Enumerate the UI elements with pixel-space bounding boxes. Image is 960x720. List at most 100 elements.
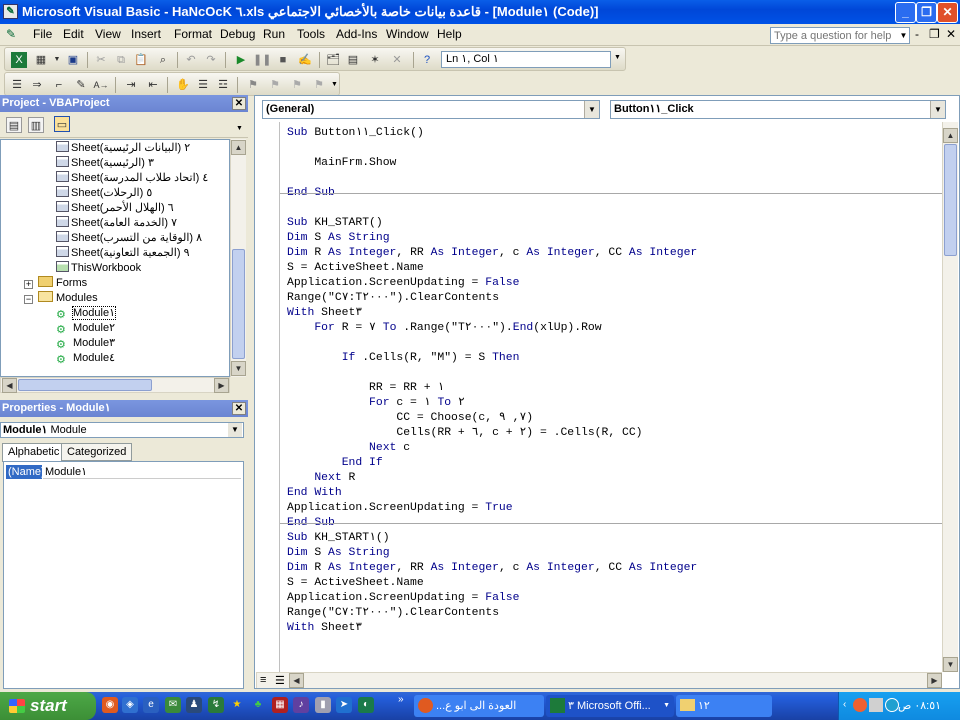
scroll-left-icon[interactable]: ◀ [289, 673, 304, 688]
tray-icon[interactable] [869, 698, 883, 712]
child-restore-button[interactable]: ❐ [929, 27, 940, 41]
code-line[interactable]: Application.ScreenUpdating = False [287, 276, 519, 291]
tab-alphabetic[interactable]: Alphabetic [2, 443, 66, 462]
menu-edit[interactable]: Edit [63, 27, 84, 41]
scroll-down-icon[interactable]: ▼ [231, 361, 246, 376]
toggle-folders-icon[interactable]: ▭ [54, 116, 70, 132]
object-browser-icon[interactable]: ✶ [367, 52, 383, 68]
help-dropdown-icon[interactable]: ▼ [898, 28, 909, 43]
tree-item-module[interactable]: ⚙ Module١ [56, 306, 116, 321]
code-line[interactable]: For c = ١ To ٢ [287, 396, 465, 411]
code-line[interactable]: Cells(RR + ٦, c + ٢) = .Cells(R, CC) [287, 426, 642, 441]
reset-icon[interactable]: ■ [275, 52, 291, 68]
code-line[interactable]: Sub KH_START() [287, 216, 383, 231]
quicklaunch-icon[interactable]: ↯ [208, 697, 224, 713]
tree-item[interactable]: Sheet٩ (الجمعية التعاونية) [56, 246, 189, 261]
quicklaunch-icon[interactable]: ♟ [186, 697, 202, 713]
view-code-icon[interactable]: ▤ [6, 117, 22, 133]
copy-icon[interactable]: ⧉ [113, 52, 129, 68]
tree-item[interactable]: Sheet٥ (الرحلات) [56, 186, 152, 201]
dropdown-icon[interactable]: ▼ [930, 101, 945, 118]
save-icon[interactable]: ▣ [65, 52, 81, 68]
break-icon[interactable]: ❚❚ [253, 52, 271, 68]
property-value[interactable]: Module١ [43, 465, 241, 479]
code-line[interactable]: Range("C٧:T٢٠٠٠").ClearContents [287, 291, 499, 306]
code-line[interactable]: Dim R As Integer, RR As Integer, c As In… [287, 246, 697, 261]
scroll-left-icon[interactable]: ◀ [2, 378, 17, 393]
code-line[interactable]: Sub KH_START١() [287, 531, 390, 546]
scroll-up-icon[interactable]: ▲ [943, 128, 958, 143]
tray-icon[interactable] [853, 698, 867, 712]
project-toolbar-options-icon[interactable]: ▼ [236, 125, 243, 132]
ie-icon[interactable]: e [143, 697, 159, 713]
scroll-thumb[interactable] [232, 249, 245, 359]
comment-block-icon[interactable]: ☰ [195, 77, 211, 93]
menu-insert[interactable]: Insert [131, 27, 161, 41]
menu-format[interactable]: Format [174, 27, 212, 41]
code-line[interactable]: Sub Button١١_Click() [287, 126, 424, 141]
tree-item-thisworkbook[interactable]: ThisWorkbook [56, 261, 141, 276]
project-explorer-icon[interactable]: 🗂 [325, 52, 341, 68]
project-vscrollbar[interactable]: ▲ ▼ [230, 139, 246, 377]
scroll-up-icon[interactable]: ▲ [231, 140, 246, 155]
properties-close-icon[interactable]: ✕ [232, 402, 246, 415]
toggle-breakpoint-icon[interactable]: ✋ [175, 77, 191, 93]
property-name[interactable]: (Name) [6, 465, 45, 479]
toggle-bookmark-icon[interactable]: ⚑ [245, 77, 261, 93]
uncomment-block-icon[interactable]: ☲ [215, 77, 231, 93]
quicklaunch-icon[interactable]: ➤ [336, 697, 352, 713]
clear-bookmarks-icon[interactable]: ⚑ [311, 77, 327, 93]
quicklaunch-icon[interactable]: ♪ [293, 697, 309, 713]
star-icon[interactable]: ★ [229, 697, 245, 713]
indent-icon[interactable]: ⇥ [123, 77, 139, 93]
project-close-icon[interactable]: ✕ [232, 97, 246, 110]
next-bookmark-icon[interactable]: ⚑ [267, 77, 283, 93]
parameter-info-icon[interactable]: ✎ [73, 77, 89, 93]
code-line[interactable]: With Sheet٣ [287, 621, 362, 636]
complete-word-icon[interactable]: A→ [93, 77, 109, 93]
code-line[interactable]: S = ActiveSheet.Name [287, 261, 424, 276]
menu-help[interactable]: Help [437, 27, 462, 41]
quicklaunch-icon[interactable]: ✉ [165, 697, 181, 713]
code-line[interactable]: End If [287, 456, 383, 471]
run-icon[interactable]: ▶ [233, 52, 249, 68]
previous-bookmark-icon[interactable]: ⚑ [289, 77, 305, 93]
tray-icon[interactable] [885, 698, 899, 712]
paste-icon[interactable]: 📋 [133, 52, 149, 68]
edit-toolbar-options-icon[interactable]: ▼ [331, 81, 338, 88]
code-vscrollbar[interactable]: ▲ ▼ [942, 122, 958, 672]
cut-icon[interactable]: ✂ [93, 52, 109, 68]
menu-window[interactable]: Window [386, 27, 429, 41]
full-module-view-icon[interactable]: ☰ [275, 674, 285, 687]
code-line[interactable]: Range("C٧:T٢٠٠٠").ClearContents [287, 606, 499, 621]
code-line[interactable]: Application.ScreenUpdating = True [287, 501, 513, 516]
modules-collapse-icon[interactable]: − [24, 295, 33, 304]
code-line[interactable]: Dim S As String [287, 546, 390, 561]
tree-item[interactable]: Sheet٦ (الهلال الأحمر) [56, 201, 174, 216]
dropdown-icon[interactable]: ▼ [584, 101, 599, 118]
list-properties-icon[interactable]: ☰ [9, 77, 25, 93]
code-line[interactable]: With Sheet٣ [287, 306, 362, 321]
menu-debug[interactable]: Debug [220, 27, 255, 41]
child-close-button[interactable]: ✕ [946, 27, 956, 41]
outdent-icon[interactable]: ⇤ [145, 77, 161, 93]
tree-icon[interactable]: ♣ [250, 697, 266, 713]
taskbar-task-browser[interactable]: العودة الى ابو ع... [414, 695, 544, 717]
tree-item[interactable]: Sheet٨ (الوقاية من التسرب) [56, 231, 202, 246]
quick-info-icon[interactable]: ⌐ [51, 77, 67, 93]
procedure-view-icon[interactable]: ≡ [260, 674, 266, 686]
object-select[interactable]: Module١ Module ▼ [0, 422, 244, 438]
excel-view-icon[interactable]: X [11, 52, 27, 68]
list-constants-icon[interactable]: ⇒ [29, 77, 45, 93]
toolbox-icon[interactable]: ✕ [389, 52, 405, 68]
code-line[interactable]: Next c [287, 441, 410, 456]
minimize-button[interactable]: _ [895, 2, 916, 23]
code-line[interactable]: End With [287, 486, 342, 501]
firefox-icon[interactable]: ◉ [102, 697, 118, 713]
quicklaunch-icon[interactable]: ▦ [272, 697, 288, 713]
undo-icon[interactable]: ↶ [183, 52, 199, 68]
tree-item[interactable]: Sheet٣ (الرئيسية) [56, 156, 154, 171]
insert-userform-icon[interactable]: ▦ [33, 52, 49, 68]
tree-item[interactable]: Sheet٢ (البيانات الرئيسية) [56, 141, 190, 156]
menu-run[interactable]: Run [263, 27, 285, 41]
